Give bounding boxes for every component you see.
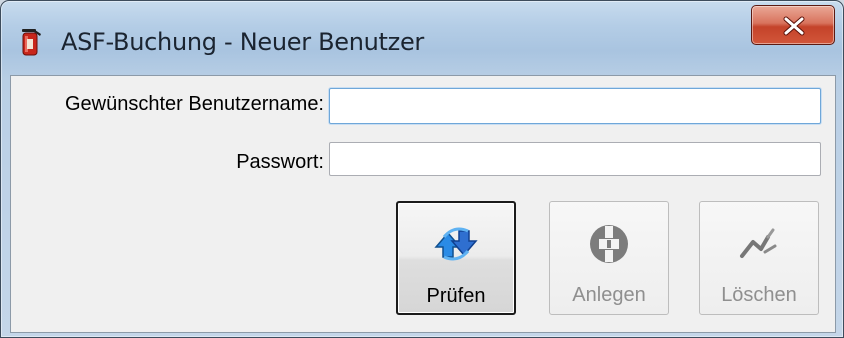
password-input[interactable] (330, 143, 820, 175)
password-label: Passwort: (236, 151, 324, 173)
username-field[interactable] (329, 88, 821, 124)
title-bar[interactable]: ASF-Buchung - Neuer Benutzer (1, 1, 843, 75)
close-button[interactable] (751, 5, 835, 45)
loeschen-label: Löschen (721, 284, 797, 306)
close-icon (783, 16, 805, 36)
window-title: ASF-Buchung - Neuer Benutzer (61, 28, 425, 56)
dialog-window: ASF-Buchung - Neuer Benutzer Gewünschter… (0, 0, 844, 338)
pruefen-button[interactable]: Prüfen (396, 201, 516, 315)
refresh-arrows-icon (434, 223, 478, 270)
pruefen-label: Prüfen (426, 285, 486, 307)
fire-extinguisher-icon (19, 27, 45, 57)
dialog-content: Gewünschter Benutzername: Passwort: Prüf… (10, 75, 836, 333)
delete-icon (739, 222, 779, 265)
username-input[interactable] (330, 89, 820, 123)
anlegen-button[interactable]: Anlegen (549, 201, 669, 315)
add-plus-icon (587, 222, 631, 271)
username-label: Gewünschter Benutzername: (64, 93, 324, 115)
anlegen-label: Anlegen (572, 284, 646, 306)
password-field[interactable] (329, 142, 821, 176)
loeschen-button[interactable]: Löschen (699, 201, 819, 315)
